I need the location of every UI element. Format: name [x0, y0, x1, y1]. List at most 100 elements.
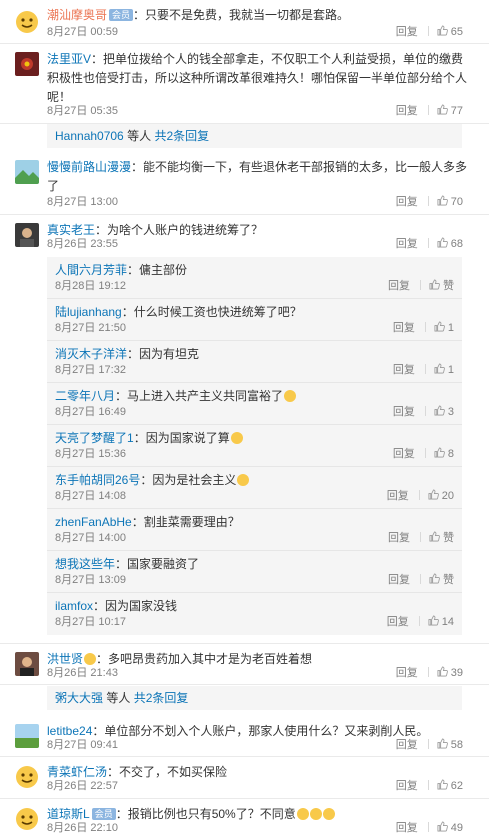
reply-button[interactable]: 回复: [396, 667, 418, 679]
reply-button[interactable]: 回复: [388, 574, 410, 586]
like-button[interactable]: 49: [437, 821, 463, 834]
more-replies-link[interactable]: 共2条回复: [154, 129, 209, 143]
reply-text: ：因为是社会主义: [140, 473, 237, 487]
reply-button[interactable]: 回复: [396, 739, 418, 751]
reply-item: 想我这些年：国家要融资了 8月27日 13:09 回复 赞: [47, 551, 462, 593]
red-flower-avatar[interactable]: [15, 52, 39, 76]
reply-username[interactable]: 人間六月芳菲: [55, 263, 127, 277]
comment-time: 8月27日 13:00: [47, 196, 118, 208]
thumbs-up-icon: [437, 666, 448, 677]
reply-time: 8月27日 10:17: [55, 616, 126, 628]
weibo-comment-list: 潮汕摩奥哥 会员 ：只要不是免费，我就当一切都是套路。 8月27日 00:59 回复…: [0, 0, 489, 840]
thumbs-up-icon: [428, 489, 439, 500]
like-button[interactable]: 赞: [429, 573, 454, 586]
reply-button[interactable]: 回复: [396, 196, 418, 208]
smiley-avatar[interactable]: [15, 10, 39, 34]
comment-username[interactable]: letitbe24: [47, 724, 92, 738]
reply-item: zhenFanAbHe：割韭菜需要理由？ 8月27日 14:00 回复 赞: [47, 509, 462, 551]
thumbs-up-icon: [437, 738, 448, 749]
like-button[interactable]: 77: [437, 104, 463, 117]
smiley-avatar[interactable]: [15, 765, 39, 789]
reply-username[interactable]: 天亮了梦醒了1: [55, 431, 134, 445]
like-button[interactable]: 赞: [429, 279, 454, 292]
like-button[interactable]: 8: [434, 447, 454, 460]
like-count: 20: [441, 490, 454, 502]
like-button[interactable]: 赞: [429, 531, 454, 544]
thumbs-up-icon: [437, 104, 448, 115]
reply-button[interactable]: 回复: [387, 616, 409, 628]
man-avatar[interactable]: [15, 223, 39, 247]
vip-badge: 会员: [91, 808, 116, 820]
comment-username[interactable]: 青菜虾仁汤: [47, 765, 107, 779]
more-replies-link[interactable]: 共2条回复: [134, 691, 189, 705]
thumbs-up-icon: [434, 321, 445, 332]
reply-item: 东手帕胡同26号：因为是社会主义 8月27日 14:08 回复 20: [47, 467, 462, 509]
reply-button[interactable]: 回复: [388, 280, 410, 292]
reply-button[interactable]: 回复: [396, 238, 418, 250]
like-button[interactable]: 62: [437, 779, 463, 792]
reply-button[interactable]: 回复: [393, 322, 415, 334]
thumbs-up-icon: [437, 237, 448, 248]
reply-button[interactable]: 回复: [396, 105, 418, 117]
comment-time: 8月26日 23:55: [47, 238, 118, 250]
reply-username[interactable]: 二零年八月: [55, 389, 115, 403]
more-replies-etc: 等人: [127, 129, 152, 143]
more-replies-user[interactable]: 粥大大强: [55, 691, 103, 705]
like-count: 68: [450, 238, 463, 250]
like-button[interactable]: 1: [434, 363, 454, 376]
comment-item: 洪世贤 ：多吧昂贵药加入其中才是为老百姓着想 8月26日 21:43 回复 39: [0, 643, 489, 685]
like-button[interactable]: 1: [434, 321, 454, 334]
comment-username[interactable]: 慢慢前路山漫漫: [47, 160, 131, 174]
reply-button[interactable]: 回复: [393, 364, 415, 376]
reply-username[interactable]: zhenFanAbHe: [55, 515, 132, 529]
more-replies-bar[interactable]: Hannah0706 等人 共2条回复: [47, 124, 462, 148]
reply-time: 8月27日 15:36: [55, 448, 126, 460]
emoji-icon: [309, 808, 322, 820]
like-button[interactable]: 20: [428, 489, 454, 502]
reply-username[interactable]: 东手帕胡同26号: [55, 473, 140, 487]
reply-button[interactable]: 回复: [387, 490, 409, 502]
like-button[interactable]: 58: [437, 738, 463, 751]
reply-text: ：什么时候工资也快进统筹了吧？: [121, 305, 302, 319]
emoji-icon: [322, 808, 335, 820]
like-button[interactable]: 3: [434, 405, 454, 418]
reply-time: 8月27日 14:08: [55, 490, 126, 502]
like-button[interactable]: 14: [428, 615, 454, 628]
reply-button[interactable]: 回复: [396, 780, 418, 792]
reply-button[interactable]: 回复: [396, 822, 418, 834]
reply-item: 天亮了梦醒了1：因为国家说了算 8月27日 15:36 回复 8: [47, 425, 462, 467]
green-field-avatar[interactable]: [15, 724, 39, 748]
reply-button[interactable]: 回复: [388, 532, 410, 544]
comment-item: 潮汕摩奥哥 会员 ：只要不是免费，我就当一切都是套路。 8月27日 00:59 回复…: [0, 0, 489, 44]
like-button[interactable]: 70: [437, 195, 463, 208]
reply-button[interactable]: 回复: [393, 448, 415, 460]
like-button[interactable]: 39: [437, 666, 463, 679]
reply-username[interactable]: 想我这些年: [55, 557, 115, 571]
landscape-avatar[interactable]: [15, 160, 39, 184]
reply-item: ilamfox：因为国家没钱 8月27日 10:17 回复 14: [47, 593, 462, 635]
emoji-icon: [237, 474, 250, 486]
reply-username[interactable]: ilamfox: [55, 599, 93, 613]
comment-username[interactable]: 真实老王: [47, 223, 95, 237]
comment-username[interactable]: 洪世贤: [47, 652, 83, 666]
like-button[interactable]: 68: [437, 237, 463, 250]
reply-button[interactable]: 回复: [393, 406, 415, 418]
comment-username[interactable]: 潮汕摩奥哥: [47, 8, 107, 22]
like-count: 3: [447, 406, 454, 418]
reply-list: 人間六月芳菲：傭主部份 8月28日 19:12 回复赞 陆lujianhang：…: [47, 257, 462, 635]
like-count: 14: [441, 616, 454, 628]
smiley-avatar[interactable]: [15, 807, 39, 831]
comment-username[interactable]: 法里亚V: [47, 52, 91, 66]
man-avatar[interactable]: [15, 652, 39, 676]
more-replies-user[interactable]: Hannah0706: [55, 129, 124, 143]
more-replies-bar[interactable]: 粥大大强 等人 共2条回复: [47, 686, 462, 710]
comment-item: 青菜虾仁汤：不交了，不如买保险 8月26日 22:57 回复 62: [0, 757, 489, 799]
reply-username[interactable]: 陆lujianhang: [55, 305, 122, 319]
reply-button[interactable]: 回复: [396, 26, 418, 38]
like-count: 赞: [443, 532, 454, 544]
like-button[interactable]: 65: [437, 25, 463, 38]
emoji-icon: [84, 653, 97, 665]
reply-username[interactable]: 消灭木子洋洋: [55, 347, 127, 361]
more-replies-etc: 等人: [106, 691, 131, 705]
comment-username[interactable]: 道琼斯L: [47, 807, 90, 821]
